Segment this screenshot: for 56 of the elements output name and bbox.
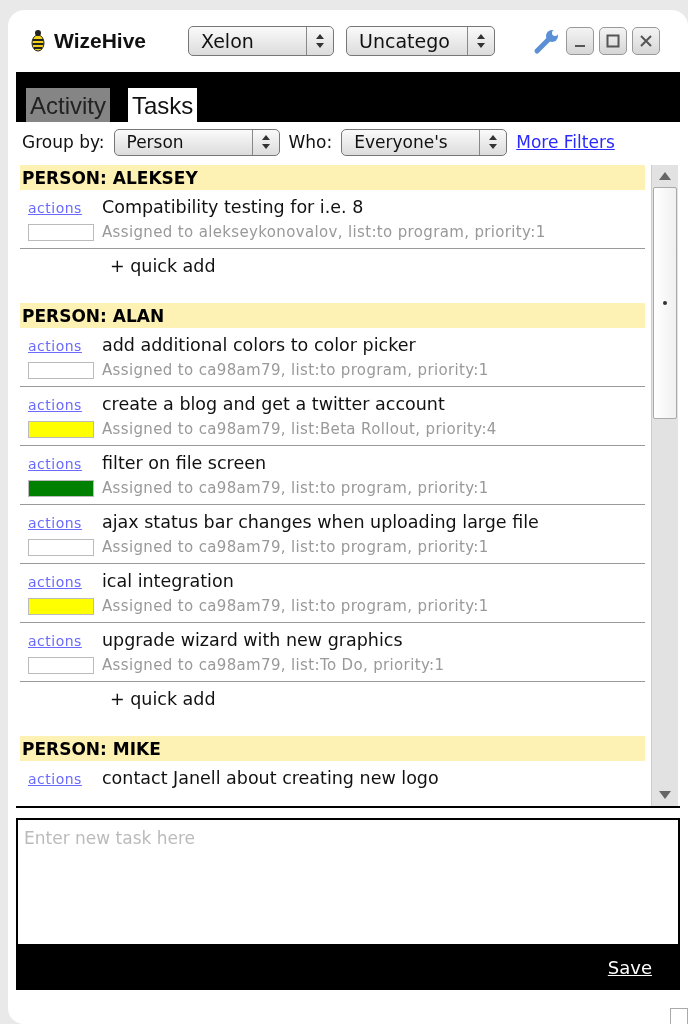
task-details: Assigned to ca98am79, list:to program, priority:1 xyxy=(102,538,489,556)
scroll-up-icon[interactable] xyxy=(659,172,671,180)
group-header: PERSON: ALAN xyxy=(20,303,645,328)
group-by-label: Group by: xyxy=(22,132,105,152)
close-button[interactable] xyxy=(632,27,660,55)
close-icon xyxy=(639,34,653,48)
task-title[interactable]: filter on file screen xyxy=(102,453,267,473)
task-details: Assigned to ca98am79, list:Beta Rollout, priority:4 xyxy=(102,420,497,438)
task-details: Assigned to alekseykonovalov, list:to program, priority:1 xyxy=(102,223,546,241)
task-title[interactable]: ical integration xyxy=(102,571,234,591)
spinner-icon xyxy=(476,32,486,50)
task-title[interactable]: add additional colors to color picker xyxy=(102,335,416,355)
actions-link[interactable]: actions xyxy=(28,770,82,787)
task-title[interactable]: create a blog and get a twitter account xyxy=(102,394,445,414)
dropdown[interactable]: Person xyxy=(113,128,280,156)
group-header: PERSON: MIKE xyxy=(20,736,645,761)
actions-link[interactable]: actions xyxy=(28,573,82,590)
bee-icon xyxy=(30,29,46,53)
scrollbar[interactable] xyxy=(651,165,678,806)
actions-link[interactable]: actions xyxy=(28,632,82,649)
task-title[interactable]: contact Janell about creating new logo xyxy=(102,768,439,788)
dropdown[interactable]: Everyone's xyxy=(341,128,508,156)
scroll-down-icon[interactable] xyxy=(659,791,671,799)
spinner-icon xyxy=(488,133,499,151)
resize-handle[interactable] xyxy=(670,1008,688,1024)
dropdown[interactable]: Xelon xyxy=(188,26,334,56)
scrollbar-thumb[interactable] xyxy=(653,187,677,419)
task-details: Assigned to ca98am79, list:to program, priority:1 xyxy=(102,479,489,497)
maximize-icon xyxy=(606,34,620,48)
actions-link[interactable]: actions xyxy=(28,514,82,531)
quick-add-link[interactable]: + quick add xyxy=(110,256,216,276)
actions-link[interactable]: actions xyxy=(28,337,82,354)
save-link[interactable]: Save xyxy=(607,956,652,978)
task-title[interactable]: Compatibility testing for i.e. 8 xyxy=(102,197,364,217)
minimize-icon xyxy=(575,45,585,47)
tab[interactable]: Tasks xyxy=(128,88,198,122)
more-filters-link[interactable]: More Filters xyxy=(516,132,615,152)
spinner-icon xyxy=(315,32,325,50)
actions-link[interactable]: actions xyxy=(28,455,82,472)
task-title[interactable]: ajax status bar changes when uploading large file xyxy=(102,512,539,532)
actions-link[interactable]: actions xyxy=(28,199,82,216)
who-label: Who: xyxy=(288,132,333,152)
dropdown[interactable]: Uncatego xyxy=(346,26,495,56)
task-details: Assigned to ca98am79, list:to program, priority:1 xyxy=(102,597,489,615)
quick-add-link[interactable]: + quick add xyxy=(110,689,216,709)
actions-link[interactable]: actions xyxy=(28,396,82,413)
task-details: Assigned to ca98am79, list:To Do, priority:1 xyxy=(102,656,445,674)
task-details: Assigned to ca98am79, list:to program, priority:1 xyxy=(102,361,489,379)
app-name: WizeHive xyxy=(54,29,146,53)
maximize-button[interactable] xyxy=(599,27,627,55)
minimize-button[interactable] xyxy=(566,27,594,55)
tab[interactable]: Activity xyxy=(26,88,110,122)
task-title[interactable]: upgrade wizard with new graphics xyxy=(102,630,403,650)
group-header: PERSON: ALEKSEY xyxy=(20,165,645,190)
wrench-icon[interactable] xyxy=(533,27,561,55)
spinner-icon xyxy=(260,133,271,151)
